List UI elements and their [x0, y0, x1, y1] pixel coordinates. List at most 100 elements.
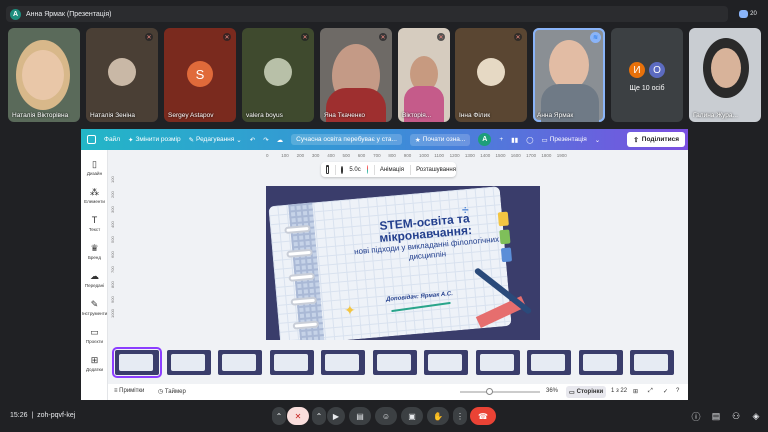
meeting-time: 15:26 [10, 412, 28, 419]
timing-icon[interactable] [340, 165, 344, 174]
participant-tile[interactable]: ✕ valera boyus [242, 28, 314, 122]
analytics-icon[interactable]: ▮▮ [511, 136, 518, 144]
sidebar-item-projects[interactable]: ▭ Проєкти [81, 327, 108, 345]
slide-canvas[interactable]: STEM-освіта та мікронавчання: нові підхо… [266, 186, 540, 340]
canva-bottom-bar: ≡ Примітки ◷ Таймер 36% ▭ Сторінки 1 з 22… [108, 384, 688, 400]
record-button[interactable]: ★ Почати озна... [409, 133, 471, 146]
ruler-tick-label: 800 [110, 281, 115, 288]
resize-button[interactable]: ✦ Змінити розмір [128, 136, 181, 144]
shared-screen-canva: Файл ✦ Змінити розмір ✎ Редагування ⌄ ↶ … [81, 129, 688, 400]
page-thumbnail[interactable] [578, 350, 623, 375]
animation-button[interactable]: Анімація [380, 167, 404, 173]
zoom-value[interactable]: 36% [546, 388, 558, 394]
color-wheel-icon[interactable] [366, 165, 368, 174]
page-thumbnail[interactable] [475, 350, 520, 375]
ruler-tick-label: 300 [110, 206, 115, 213]
share-button[interactable]: ⇧ Поділитися [627, 132, 685, 147]
arrange-button[interactable]: Розташування [416, 167, 456, 173]
undo-icon[interactable]: ↶ [250, 136, 255, 144]
timer-button[interactable]: ◷ Таймер [158, 388, 186, 395]
sidebar-item-design[interactable]: ▯ Дизайн [81, 160, 108, 177]
participant-tile[interactable]: S ✕ Sergey Astapov [164, 28, 236, 122]
delete-icon[interactable] [326, 165, 329, 174]
sidebar-item-text[interactable]: T Текст [81, 216, 108, 233]
horizontal-ruler: 0 100 200 300 400 500 600 700 800 900 1000 1100 1200… [266, 152, 688, 160]
notes-button[interactable]: ≡ Примітки [114, 388, 144, 394]
people-panel-icon[interactable]: ⚇ [731, 411, 741, 421]
page-thumbnail[interactable] [527, 350, 571, 375]
sidebar-item-apps[interactable]: ⊞ Додатки [81, 355, 108, 373]
more-participants-tile[interactable]: И О Ще 10 осіб [611, 28, 683, 122]
sidebar-item-elements[interactable]: ⁂ Елементи [81, 187, 108, 205]
projects-icon: ▭ [90, 327, 99, 337]
grid-view-icon[interactable]: ⊞ [633, 388, 638, 395]
apps-icon: ⊞ [90, 355, 99, 365]
page-thumbnail[interactable] [166, 350, 211, 375]
page-thumbnail[interactable] [630, 350, 674, 375]
captions-button[interactable]: ▤ [349, 407, 371, 425]
page-thumbnail[interactable] [269, 350, 314, 375]
people-button[interactable]: 20 [734, 6, 762, 22]
participant-tile[interactable]: ✕ Наталія Зеніна [86, 28, 158, 122]
participant-name: Галина Жура... [693, 112, 738, 119]
ruler-tick-label: 0 [266, 153, 269, 158]
leave-call-button[interactable]: ☎ [470, 407, 496, 425]
chat-icon[interactable]: ▤ [711, 411, 721, 421]
timer-label: Таймер [164, 389, 186, 395]
mic-off-button[interactable]: ✕ [287, 407, 309, 425]
participant-tile[interactable]: ✕ Інна Філик [455, 28, 527, 122]
editing-dropdown[interactable]: ✎ Редагування ⌄ [189, 136, 242, 144]
sidebar-item-tools[interactable]: ✎ Інструменти [81, 300, 108, 317]
page-thumbnail[interactable] [424, 350, 468, 375]
add-collaborator-icon[interactable]: + [499, 136, 503, 143]
elements-icon: ⁂ [90, 187, 99, 197]
user-avatar[interactable]: A [478, 133, 492, 146]
ruler-tick-label: 1100 [434, 153, 444, 158]
participant-tile[interactable]: Наталія Вікторівна [8, 28, 80, 122]
zoom-slider-handle[interactable] [485, 388, 493, 395]
present-dropdown-icon[interactable]: ⌄ [595, 136, 600, 144]
present-button[interactable]: ▭ Презентація [542, 136, 587, 144]
ruler-tick-label: 1900 [556, 153, 567, 158]
fullscreen-icon[interactable]: ⤢ [648, 388, 653, 395]
raise-hand-button[interactable]: ✋ [427, 407, 449, 425]
participant-tile[interactable]: Галина Жура... [689, 28, 761, 122]
mic-options-icon[interactable]: ⌃ [272, 407, 286, 425]
info-icon[interactable]: ⓘ [691, 411, 701, 422]
check-icon[interactable]: ✓ [663, 388, 668, 395]
participant-tile[interactable]: ✕ Вікторія... [398, 28, 450, 122]
page-thumbnail[interactable] [321, 350, 365, 375]
duration-value[interactable]: 5.0с [349, 167, 360, 173]
comments-icon[interactable]: ◯ [526, 136, 533, 144]
participant-avatar: О [647, 60, 667, 80]
camera-options-icon[interactable]: ⌃ [312, 407, 326, 425]
ruler-tick-label: 900 [110, 296, 115, 303]
home-icon[interactable] [87, 135, 96, 144]
speaking-indicator-icon: ≋ [590, 32, 601, 43]
muted-mic-icon: ✕ [223, 33, 231, 41]
emoji-button[interactable]: ☺ [375, 407, 397, 425]
activities-icon[interactable]: ◈ [751, 411, 761, 421]
ruler-tick-label: 500 [110, 236, 115, 243]
participant-tile[interactable]: ✕ Яна Ткаченко [320, 28, 392, 122]
help-icon[interactable]: ? [676, 388, 679, 394]
document-title[interactable]: Сучасна освіта перебуває у ста... [291, 134, 402, 145]
zoom-slider[interactable] [460, 388, 540, 395]
math-symbol-icon: ÷ [462, 203, 469, 217]
redo-icon[interactable]: ↷ [263, 136, 268, 144]
page-thumbnail[interactable] [112, 347, 162, 378]
sidebar-item-brand[interactable]: ♛ Бренд [81, 244, 108, 261]
more-options-icon[interactable]: ⋮ [453, 407, 467, 425]
sidebar-item-uploads[interactable]: ☁ Передані [81, 272, 108, 289]
ruler-tick-label: 1000 [419, 153, 430, 158]
page-thumbnail[interactable] [372, 350, 417, 375]
file-menu[interactable]: Файл [104, 136, 120, 143]
pages-button[interactable]: ▭ Сторінки [566, 386, 607, 398]
ruler-tick-label: 500 [342, 153, 351, 158]
element-context-toolbar: 5.0с Анімація Розташування [321, 162, 456, 177]
camera-button[interactable]: ▶ [327, 407, 345, 425]
participant-tile-speaking[interactable]: ≋ Анна Ярмак [533, 28, 605, 122]
participant-photo [264, 58, 292, 86]
page-thumbnail[interactable] [218, 350, 262, 375]
present-screen-button[interactable]: ▣ [401, 407, 423, 425]
